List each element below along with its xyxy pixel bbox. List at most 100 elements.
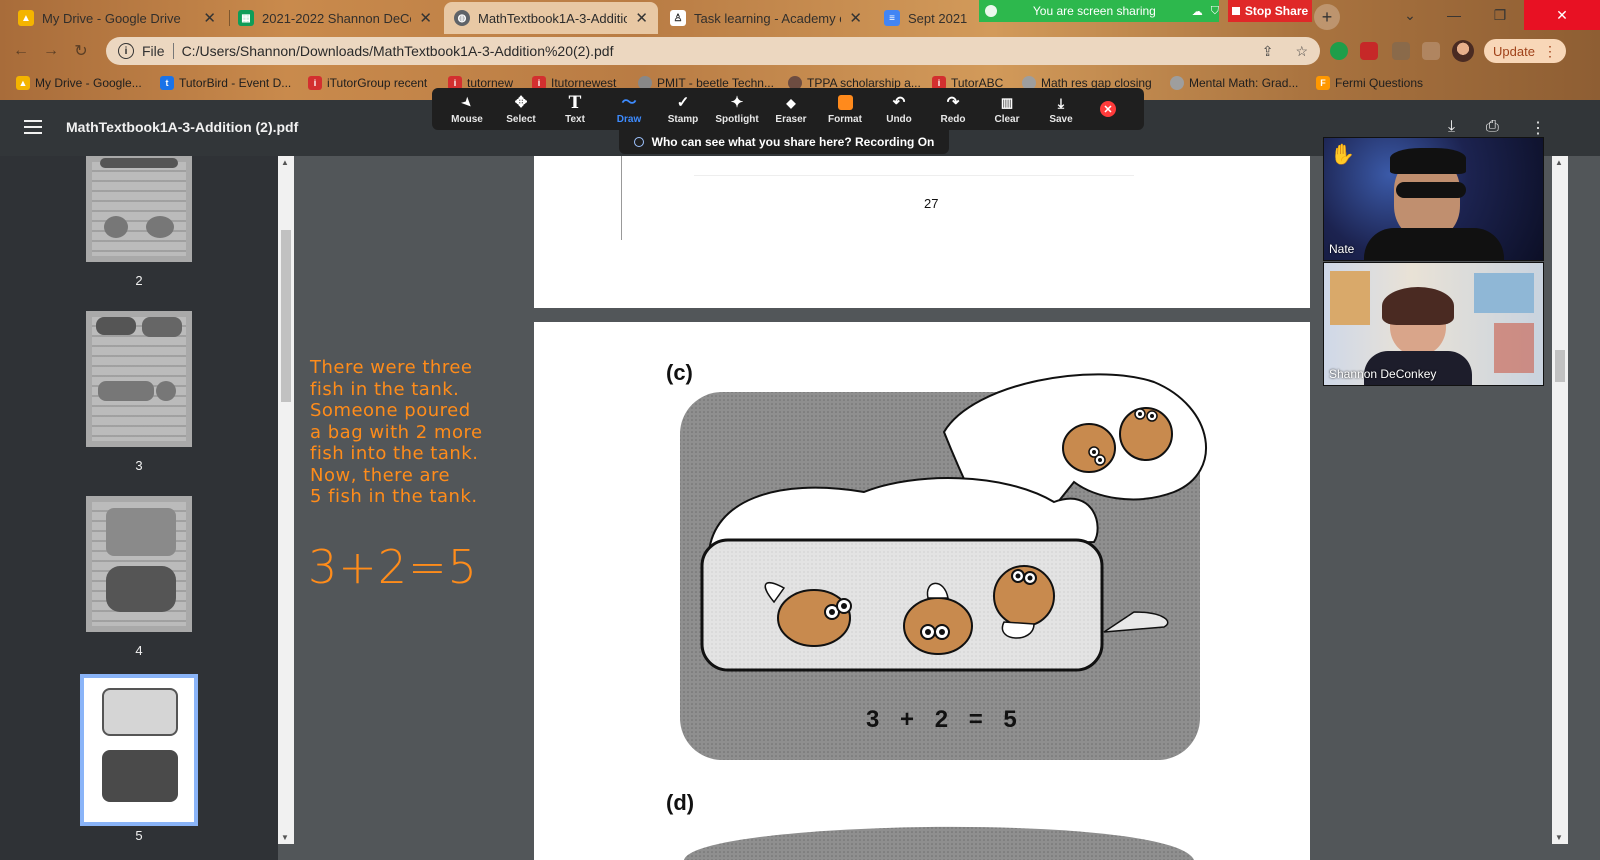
print-icon[interactable]: ⎙ <box>1486 118 1499 136</box>
globe-icon: ◍ <box>454 10 470 26</box>
stop-share-button[interactable]: Stop Share <box>1228 0 1312 22</box>
minimize-button[interactable]: — <box>1432 0 1476 30</box>
bookmark-item[interactable]: t TutorBird - Event D... <box>160 74 291 92</box>
tool-label: Undo <box>886 113 912 125</box>
tab-task-learning[interactable]: ♙ Task learning - Academy of N ✕ <box>660 2 872 34</box>
tab-search-chevron-icon[interactable]: ⌄ <box>1388 0 1432 30</box>
tab-sept-2021[interactable]: ≡ Sept 2021 sc <box>874 2 978 34</box>
tab-title: 2021-2022 Shannon DeConkey <box>262 10 411 26</box>
update-label: Update <box>1493 43 1535 59</box>
annotation-toolbar: ➤ Mouse ✥ Select T Text 〜 Draw ✓ Stamp ✦ Spotl… <box>432 88 1144 130</box>
video-tile-nate[interactable]: ✋ Nate <box>1323 137 1544 261</box>
thumbnail-page-number: 4 <box>135 643 143 658</box>
tool-format[interactable]: Format <box>818 88 872 130</box>
google-drive-icon: ▲ <box>18 10 34 26</box>
tool-text[interactable]: T Text <box>548 88 602 130</box>
tool-save[interactable]: ⤓ Save <box>1034 88 1088 130</box>
bookmark-item[interactable]: F Fermi Questions <box>1316 74 1423 92</box>
scroll-down-arrow-icon[interactable]: ▼ <box>1555 833 1563 842</box>
bookmark-item[interactable]: ▲ My Drive - Google... <box>16 74 142 92</box>
section-label-d: (d) <box>666 790 695 815</box>
new-tab-button[interactable]: + <box>1314 4 1340 30</box>
tool-eraser[interactable]: ◆ Eraser <box>764 88 818 130</box>
hamburger-menu-icon[interactable] <box>24 120 42 134</box>
window-close-button[interactable]: ✕ <box>1524 0 1600 30</box>
tool-draw[interactable]: 〜 Draw <box>602 88 656 130</box>
back-arrow-icon[interactable]: ← <box>6 36 36 66</box>
url-text[interactable]: C:/Users/Shannon/Downloads/MathTextbook1… <box>182 43 1254 59</box>
bookmark-star-icon[interactable]: ☆ <box>1295 43 1308 60</box>
cloud-icon: ☁ <box>1191 5 1203 18</box>
extension-icon[interactable] <box>1330 42 1348 60</box>
close-tab-icon[interactable]: ✕ <box>849 9 862 27</box>
tool-spotlight[interactable]: ✦ Spotlight <box>710 88 764 130</box>
thumbnail-page-number: 5 <box>135 828 143 843</box>
page-thumbnail-5-selected[interactable] <box>80 674 198 826</box>
profile-avatar[interactable] <box>1452 40 1474 62</box>
person-icon <box>633 137 644 147</box>
main-scrollbar[interactable]: ▲ ▼ <box>1552 156 1568 844</box>
tool-label: Redo <box>940 113 966 125</box>
recording-notice[interactable]: Who can see what you share here? Recordi… <box>619 130 949 154</box>
scrollbar-thumb[interactable] <box>281 230 291 402</box>
sidepanel-icon[interactable] <box>1422 42 1440 60</box>
tool-stamp[interactable]: ✓ Stamp <box>656 88 710 130</box>
bookmark-item[interactable]: Mental Math: Grad... <box>1170 74 1298 92</box>
shield-icon: ⛉ <box>1210 4 1219 17</box>
update-button[interactable]: Update ⋮ <box>1484 39 1566 63</box>
tab-pdf-active[interactable]: ◍ MathTextbook1A-3-Addition ✕ <box>444 2 658 34</box>
tool-clear[interactable]: ▥ Clear <box>980 88 1034 130</box>
scroll-up-arrow-icon[interactable]: ▲ <box>1555 158 1563 167</box>
bookmark-label: iTutorGroup recent <box>327 76 428 90</box>
participant-name: Shannon DeConkey <box>1329 367 1437 381</box>
address-bar[interactable]: i File C:/Users/Shannon/Downloads/MathTe… <box>106 37 1320 65</box>
scroll-down-arrow-icon[interactable]: ▼ <box>281 833 289 842</box>
scroll-up-arrow-icon[interactable]: ▲ <box>281 158 289 167</box>
reload-icon[interactable]: ↻ <box>66 36 96 66</box>
raised-hand-icon: ✋ <box>1330 144 1355 166</box>
text-icon: T <box>568 92 582 113</box>
close-tab-icon[interactable]: ✕ <box>419 9 432 27</box>
video-tile-shannon[interactable]: Shannon DeConkey <box>1323 262 1544 386</box>
screen-sharing-banner: You are screen sharing ☁ ⛉ <box>979 0 1219 22</box>
info-icon[interactable]: i <box>118 43 134 59</box>
scrollbar-thumb[interactable] <box>1555 350 1565 382</box>
toolbar-row: ← → ↻ i File C:/Users/Shannon/Downloads/… <box>0 34 1600 68</box>
download-icon[interactable]: ⤓ <box>1448 118 1455 136</box>
bookmark-item[interactable]: i iTutorGroup recent <box>308 74 427 92</box>
close-tab-icon[interactable]: ✕ <box>635 9 648 27</box>
forward-arrow-icon[interactable]: → <box>36 36 66 66</box>
puzzle-extension-icon[interactable] <box>1392 42 1410 60</box>
fermi-icon: F <box>1316 76 1330 90</box>
pdf-title: MathTextbook1A-3-Addition (2).pdf <box>66 119 299 135</box>
close-tab-icon[interactable]: ✕ <box>203 9 216 27</box>
tool-label: Select <box>506 113 536 125</box>
tool-label: Mouse <box>451 113 483 125</box>
page-thumbnail-3[interactable] <box>86 311 192 447</box>
tool-label: Stamp <box>667 113 699 125</box>
pdf-page-previous <box>534 156 1310 308</box>
participant-name: Nate <box>1329 242 1355 256</box>
page-thumbnail-2[interactable] <box>86 156 192 262</box>
close-annotation-button[interactable]: ✕ <box>1100 101 1116 117</box>
page-thumbnail-4[interactable] <box>86 496 192 632</box>
tab-sheets[interactable]: ▦ 2021-2022 Shannon DeConkey ✕ <box>228 2 442 34</box>
stop-square-icon <box>1231 7 1240 15</box>
more-options-icon[interactable]: ⋮ <box>1530 118 1546 138</box>
eraser-icon: ◆ <box>786 95 796 110</box>
tool-redo[interactable]: ↷ Redo <box>926 88 980 130</box>
tool-mouse[interactable]: ➤ Mouse <box>440 88 494 130</box>
sidebar-scrollbar[interactable]: ▲ ▼ <box>278 156 294 844</box>
restore-button[interactable]: ❐ <box>1478 0 1522 30</box>
printed-equation: 3 + 2 = 5 <box>866 706 1019 733</box>
section-label-c: (c) <box>666 360 693 385</box>
tool-label: Spotlight <box>715 113 759 125</box>
tool-undo[interactable]: ↶ Undo <box>872 88 926 130</box>
tool-select[interactable]: ✥ Select <box>494 88 548 130</box>
share-icon[interactable]: ⇪ <box>1262 43 1274 60</box>
format-color-icon <box>837 94 853 110</box>
tab-my-drive[interactable]: ▲ My Drive - Google Drive ✕ <box>8 2 226 34</box>
fish-tank-illustration <box>680 373 1208 860</box>
move-arrows-icon: ✥ <box>514 93 528 111</box>
ublock-icon[interactable] <box>1360 42 1378 60</box>
